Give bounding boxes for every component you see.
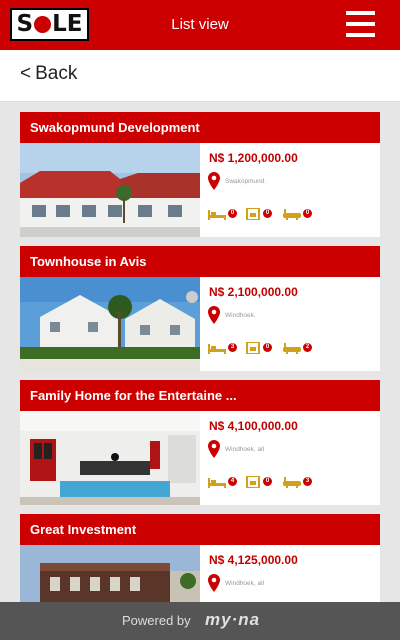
logo-text: S LE xyxy=(16,11,83,37)
listing-card[interactable]: Swakopmund Development N$ 1,200,000.00 S… xyxy=(20,112,380,237)
garage-icon xyxy=(246,208,260,220)
location-pin-icon xyxy=(208,306,220,324)
listing-price: N$ 1,200,000.00 xyxy=(209,151,298,165)
bath-count-badge: 2 xyxy=(303,343,312,352)
myna-logo[interactable]: my·na xyxy=(205,610,260,630)
top-bar: S LE List view xyxy=(0,0,400,50)
listing-price: N$ 2,100,000.00 xyxy=(209,285,298,299)
listing-title[interactable]: Townhouse in Avis xyxy=(20,246,380,277)
bed-count-badge: 0 xyxy=(228,209,237,218)
listing-card[interactable]: Townhouse in Avis N$ 2,100,000.00 Windho… xyxy=(20,246,380,371)
garage-count-badge: 0 xyxy=(263,343,272,352)
listing-photo[interactable] xyxy=(20,411,200,505)
footer-bar: Powered by my·na xyxy=(0,602,400,640)
garage-count-badge: 0 xyxy=(263,209,272,218)
listing-card[interactable]: Family Home for the Entertaine ... N$ 4,… xyxy=(20,380,380,505)
listing-features: 4 0 3 xyxy=(208,475,380,489)
listing-title[interactable]: Swakopmund Development xyxy=(20,112,380,143)
bathtub-icon xyxy=(283,343,301,354)
bed-icon xyxy=(208,210,226,220)
listing-location: Windhoek. xyxy=(225,312,256,319)
listing-location: Windhoek, all xyxy=(225,580,265,587)
bath-count-badge: 0 xyxy=(303,209,312,218)
location-pin-icon xyxy=(208,574,220,592)
back-bar: < Back xyxy=(0,50,400,102)
bed-icon xyxy=(208,478,226,488)
bathtub-icon xyxy=(283,209,301,220)
hamburger-menu-icon[interactable] xyxy=(346,11,375,38)
bed-count-badge: 3 xyxy=(228,343,237,352)
listing-location: Windhoek, all xyxy=(225,446,265,453)
garage-count-badge: 0 xyxy=(263,477,272,486)
bath-count-badge: 3 xyxy=(303,477,312,486)
listing-price: N$ 4,100,000.00 xyxy=(209,419,298,433)
back-button[interactable]: < Back xyxy=(20,63,77,85)
sole-logo[interactable]: S LE xyxy=(10,8,89,41)
bed-icon xyxy=(208,344,226,354)
location-pin-icon xyxy=(208,440,220,458)
back-label: Back xyxy=(35,63,78,84)
listing-list: Swakopmund Development N$ 1,200,000.00 S… xyxy=(20,112,380,640)
chevron-left-icon: < xyxy=(20,63,32,84)
listing-features: 0 0 0 xyxy=(208,207,380,221)
powered-by-text: Powered by xyxy=(122,613,191,628)
listing-location: Swakopmund. xyxy=(225,178,267,185)
bed-count-badge: 4 xyxy=(228,477,237,486)
listing-features: 3 0 2 xyxy=(208,341,380,355)
listing-title[interactable]: Family Home for the Entertaine ... xyxy=(20,380,380,411)
location-pin-icon xyxy=(208,172,220,190)
garage-icon xyxy=(246,476,260,488)
listing-price: N$ 4,125,000.00 xyxy=(209,553,298,567)
garage-icon xyxy=(246,342,260,354)
listing-photo[interactable] xyxy=(20,143,200,237)
listing-title[interactable]: Great Investment xyxy=(20,514,380,545)
page-title: List view xyxy=(171,16,229,33)
listing-photo[interactable] xyxy=(20,277,200,371)
bathtub-icon xyxy=(283,477,301,488)
